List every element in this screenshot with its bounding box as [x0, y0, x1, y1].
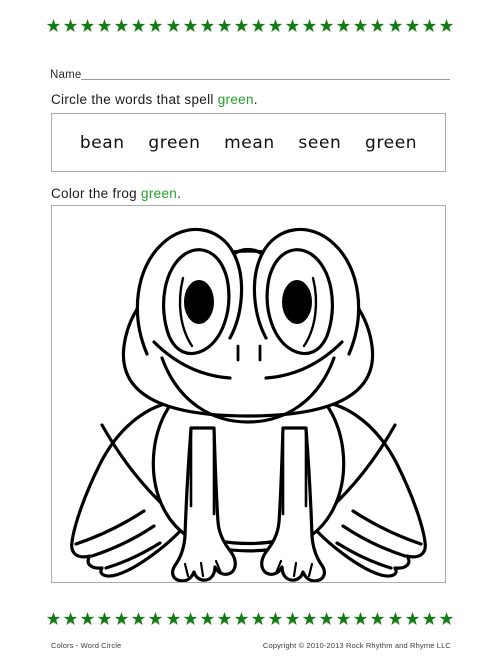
- star-icon: [200, 611, 215, 626]
- star-icon: [353, 18, 368, 33]
- star-icon: [46, 611, 61, 626]
- star-icon: [131, 611, 146, 626]
- star-icon: [439, 18, 454, 33]
- star-icon: [46, 18, 61, 33]
- star-icon: [97, 611, 112, 626]
- star-icon: [268, 611, 283, 626]
- star-icon: [370, 18, 385, 33]
- star-icon: [183, 611, 198, 626]
- word-option[interactable]: bean: [80, 133, 125, 153]
- star-icon: [319, 18, 334, 33]
- star-icon: [336, 18, 351, 33]
- star-icon: [217, 611, 232, 626]
- star-icon: [319, 611, 334, 626]
- star-icon: [302, 611, 317, 626]
- star-icon: [234, 18, 249, 33]
- name-input-rule[interactable]: [81, 78, 450, 80]
- star-icon: [370, 611, 385, 626]
- star-icon: [63, 611, 78, 626]
- star-icon: [234, 611, 249, 626]
- star-icon: [285, 18, 300, 33]
- instruction-color-prefix: Color the frog: [51, 186, 142, 201]
- star-icon: [336, 611, 351, 626]
- star-icon: [80, 611, 95, 626]
- word-option[interactable]: green: [365, 133, 417, 153]
- instruction-circle-keyword: green: [217, 92, 254, 107]
- star-icon: [251, 611, 266, 626]
- star-icon: [200, 18, 215, 33]
- star-icon: [217, 18, 232, 33]
- name-label: Name: [50, 69, 82, 81]
- star-icon: [439, 611, 454, 626]
- star-icon: [80, 18, 95, 33]
- top-star-border: [46, 14, 454, 36]
- word-option[interactable]: seen: [298, 133, 341, 153]
- footer: Colors - Word Circle Copyright © 2010-20…: [51, 641, 451, 650]
- frog-coloring-box: [51, 205, 446, 583]
- word-circle-box: bean green mean seen green: [51, 113, 446, 172]
- star-icon: [302, 18, 317, 33]
- instruction-color-suffix: .: [177, 186, 182, 201]
- star-icon: [114, 18, 129, 33]
- instruction-circle-prefix: Circle the words that spell: [51, 92, 218, 107]
- star-icon: [148, 611, 163, 626]
- star-icon: [405, 611, 420, 626]
- word-option[interactable]: green: [148, 133, 200, 153]
- star-icon: [422, 611, 437, 626]
- star-icon: [285, 611, 300, 626]
- star-icon: [131, 18, 146, 33]
- worksheet-page: Name Circle the words that spell green. …: [0, 0, 500, 665]
- star-icon: [388, 611, 403, 626]
- star-icon: [268, 18, 283, 33]
- bottom-star-border: [46, 607, 454, 629]
- star-icon: [148, 18, 163, 33]
- instruction-color-keyword: green: [141, 186, 178, 201]
- frog-line-art: [70, 227, 427, 582]
- instruction-color-frog: Color the frog green.: [51, 186, 181, 201]
- star-icon: [251, 18, 266, 33]
- star-icon: [114, 611, 129, 626]
- word-option[interactable]: mean: [224, 133, 275, 153]
- footer-copyright: Copyright © 2010-2013 Rock Rhythm and Rh…: [262, 641, 451, 650]
- footer-worksheet-title: Colors - Word Circle: [51, 641, 122, 650]
- star-icon: [63, 18, 78, 33]
- instruction-circle-suffix: .: [253, 92, 258, 107]
- star-icon: [422, 18, 437, 33]
- star-icon: [388, 18, 403, 33]
- instruction-circle-words: Circle the words that spell green.: [51, 92, 258, 107]
- star-icon: [166, 18, 181, 33]
- star-icon: [166, 611, 181, 626]
- star-icon: [353, 611, 368, 626]
- star-icon: [97, 18, 112, 33]
- star-icon: [405, 18, 420, 33]
- name-field[interactable]: Name: [50, 62, 450, 82]
- star-icon: [183, 18, 198, 33]
